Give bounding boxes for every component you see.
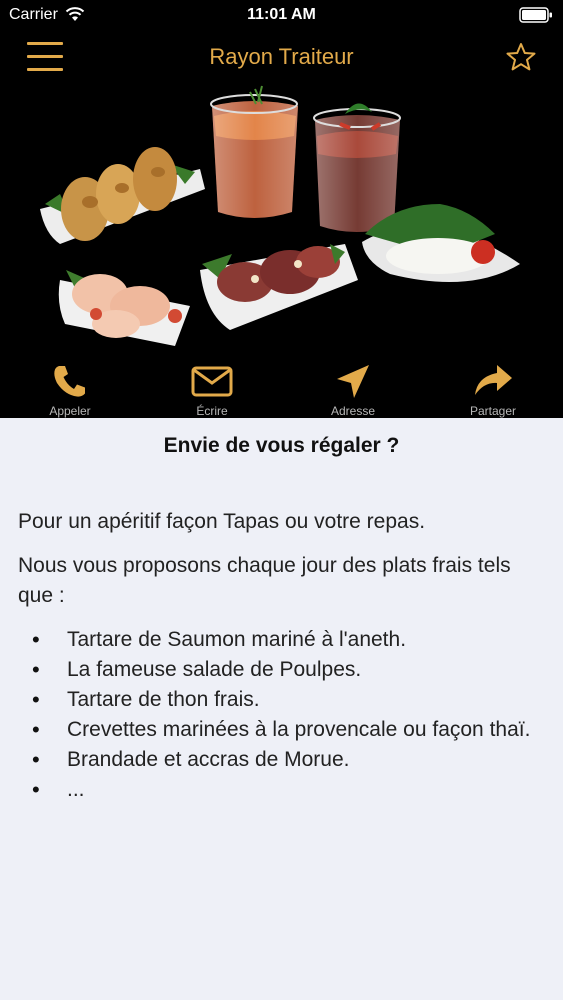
write-label: Écrire [196,404,228,418]
food-photo [40,85,520,346]
status-time: 11:01 AM [247,6,316,23]
call-label: Appeler [49,404,91,418]
call-button[interactable]: Appeler [15,360,125,418]
address-label: Adresse [330,404,376,418]
navigation-bar: Rayon Traiteur [0,30,563,84]
list-item: ... [0,775,563,805]
battery-icon [519,7,552,23]
intro-paragraph: Pour un apéritif façon Tapas ou votre re… [18,510,426,533]
write-button[interactable]: Écrire [157,360,267,418]
list-item: Crevettes marinées à la provencale ou fa… [0,715,563,745]
page-title: Rayon Traiteur [209,44,354,69]
status-bar: Carrier 11:01 AM [0,0,563,30]
share-button[interactable]: Partager [438,360,548,418]
content-headline: Envie de vous régaler ? [163,434,400,457]
content-area: Envie de vous régaler ? Pour un apéritif… [0,418,563,1000]
phone-icon [54,366,85,397]
list-item: La fameuse salade de Poulpes. [0,655,563,685]
list-item: Brandade et accras de Morue. [0,745,563,775]
address-button[interactable]: Adresse [298,360,408,418]
list-item: Tartare de Saumon mariné à l'aneth. [0,625,563,655]
share-label: Partager [469,404,517,418]
dish-list: Tartare de Saumon mariné à l'aneth. La f… [0,625,563,805]
location-arrow-icon [337,365,369,398]
star-icon[interactable] [506,42,536,72]
envelope-icon [191,366,233,397]
offer-paragraph: Nous vous proposons chaque jour des plat… [18,554,511,607]
action-bar: Appeler Écrire Adresse Partager [0,360,563,418]
share-arrow-icon [475,365,512,395]
list-item: Tartare de thon frais. [0,685,563,715]
hero-banner: Carrier 11:01 AM Rayon Traiteur Appeler … [0,0,563,418]
